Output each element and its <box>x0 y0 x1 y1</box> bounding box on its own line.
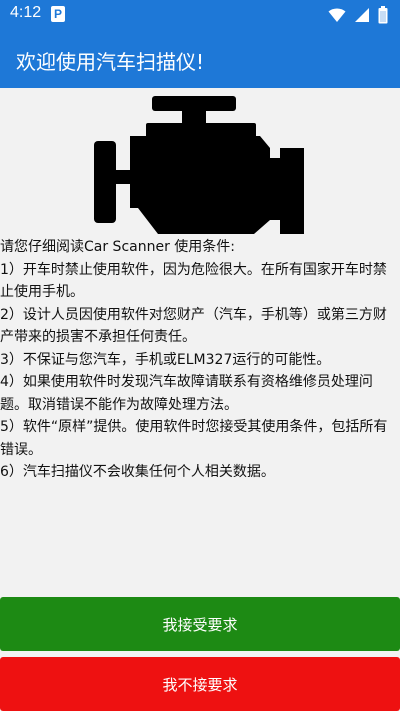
parking-notification-icon: P <box>51 6 65 22</box>
wifi-icon <box>328 8 346 22</box>
status-time: 4:12 <box>10 4 42 21</box>
status-icons <box>328 6 388 24</box>
accept-button[interactable]: 我接受要求 <box>0 597 400 651</box>
terms-item: 5）软件“原样”提供。使用软件时您接受其使用条件，包括所有错误。 <box>0 419 388 458</box>
terms-text: 请您仔细阅读Car Scanner 使用条件: 1）开车时禁止使用软件，因为危险… <box>0 236 392 484</box>
car-engine-icon <box>94 96 304 234</box>
terms-item: 6）汽车扫描仪不会收集任何个人相关数据。 <box>0 464 275 480</box>
status-bar: 4:12 P <box>0 0 400 30</box>
terms-item: 2）设计人员因使用软件对您财产（汽车，手机等）或第三方财产带来的损害不承担任何责… <box>0 306 387 346</box>
terms-item: 4）如果使用软件时发现汽车故障请联系有资格维修员处理问题。取消错误不能作为故障处… <box>0 374 373 413</box>
terms-item: 1）开车时禁止使用软件，因为危险很大。在所有国家开车时禁止使用手机。 <box>0 261 387 301</box>
screen: 4:12 P 欢迎使用汽车扫描仪! 请您仔细阅读Car Scanner 使用条件… <box>0 0 400 711</box>
page-title: 欢迎使用汽车扫描仪! <box>16 50 205 74</box>
cell-signal-icon <box>355 8 369 22</box>
battery-icon <box>378 6 388 24</box>
decline-button[interactable]: 我不接要求 <box>0 657 400 711</box>
terms-intro: 请您仔细阅读Car Scanner 使用条件: <box>0 239 236 255</box>
terms-item: 3）不保证与您汽车，手机或ELM327运行的可能性。 <box>0 351 331 368</box>
app-bar: 欢迎使用汽车扫描仪! <box>0 30 400 88</box>
